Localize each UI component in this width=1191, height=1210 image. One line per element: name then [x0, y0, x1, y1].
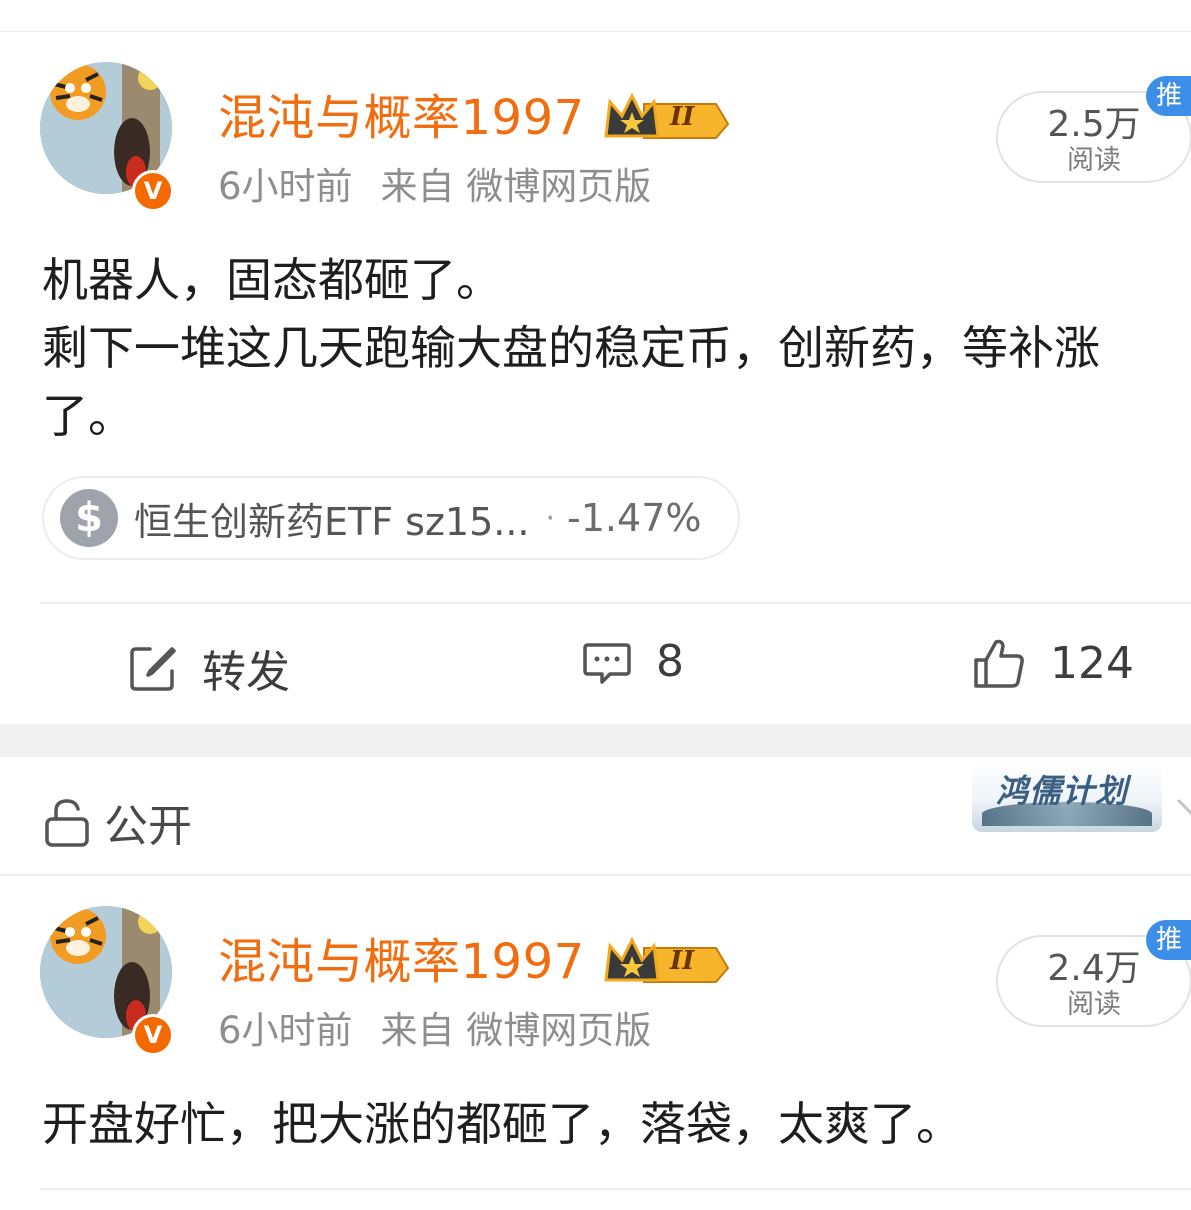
like-button[interactable]: 124: [972, 636, 1134, 690]
action-divider: [40, 602, 1191, 604]
stock-separator: ·: [545, 500, 556, 536]
thumbs-up-icon: [974, 639, 1024, 688]
content-line: 剩下一堆这几天跑输大盘的稳定币，创新药，等补涨: [42, 321, 1100, 375]
read-label: 阅读: [1067, 989, 1121, 1020]
action-divider: [40, 1188, 1191, 1190]
content-line: 机器人，固态都砸了。: [42, 253, 502, 307]
content-line: 了。: [42, 389, 134, 443]
username[interactable]: 混沌与概率1997: [218, 938, 585, 986]
privacy-setting[interactable]: 公开: [44, 790, 192, 854]
edit-square-icon: [130, 647, 176, 691]
unlock-icon: [45, 799, 89, 847]
repost-label: 转发: [202, 647, 290, 698]
crown-icon: [604, 92, 730, 139]
stock-change: -1.47%: [567, 496, 702, 540]
post-meta: 6小时前 来自 微博网页版: [218, 1012, 651, 1049]
read-label: 阅读: [1067, 145, 1121, 176]
post-content: 开盘好忙，把大涨的都砸了，落袋，太爽了。: [42, 1097, 962, 1151]
hongru-plan-badge[interactable]: 鸿儒计划: [972, 762, 1162, 832]
stock-card[interactable]: $ 恒生创新药ETF sz15... · -1.47%: [42, 476, 740, 560]
post-time: 6小时前: [218, 165, 353, 208]
dollar-icon: $: [60, 489, 118, 547]
recommend-badge[interactable]: 推广: [1146, 76, 1191, 151]
crown-icon: [604, 936, 730, 983]
section-gap: [0, 724, 1191, 757]
username[interactable]: 混沌与概率1997: [218, 94, 585, 142]
like-count: 124: [1050, 637, 1134, 689]
privacy-label: 公开: [104, 801, 192, 852]
post-source: 来自 微博网页版: [380, 165, 652, 208]
verified-v-icon: V: [132, 1014, 174, 1056]
post-meta: 6小时前 来自 微博网页版: [218, 168, 651, 205]
crown-badge[interactable]: II: [604, 934, 732, 990]
post-card: V 混沌与概率1997 II 6小时前 来自 微博网页版 2.4万 阅读 推广 开…: [0, 876, 1191, 1210]
comment-bubble-icon: [583, 642, 631, 684]
chevron-right-icon[interactable]: [1176, 796, 1191, 836]
comment-button[interactable]: 8: [582, 636, 684, 687]
post-time: 6小时前: [218, 1009, 353, 1052]
post-source: 来自 微博网页版: [380, 1009, 652, 1052]
badge-label: 鸿儒计划: [996, 772, 1129, 810]
crown-level: II: [670, 102, 695, 132]
stock-name: 恒生创新药ETF sz15...: [134, 499, 530, 544]
crown-badge[interactable]: II: [604, 90, 732, 146]
crown-level: II: [670, 946, 695, 976]
post-content: 机器人，固态都砸了。 剩下一堆这几天跑输大盘的稳定币，创新药，等补涨 了。: [42, 246, 1191, 450]
recommend-badge[interactable]: 推广: [1146, 920, 1191, 995]
repost-button[interactable]: 转发: [128, 636, 290, 700]
comment-count: 8: [656, 636, 684, 687]
verified-v-icon: V: [132, 170, 174, 212]
post-card: V 混沌与概率1997 II 6小时前 来自 微博网页版 2.5万 阅读 推广 机…: [0, 32, 1191, 724]
